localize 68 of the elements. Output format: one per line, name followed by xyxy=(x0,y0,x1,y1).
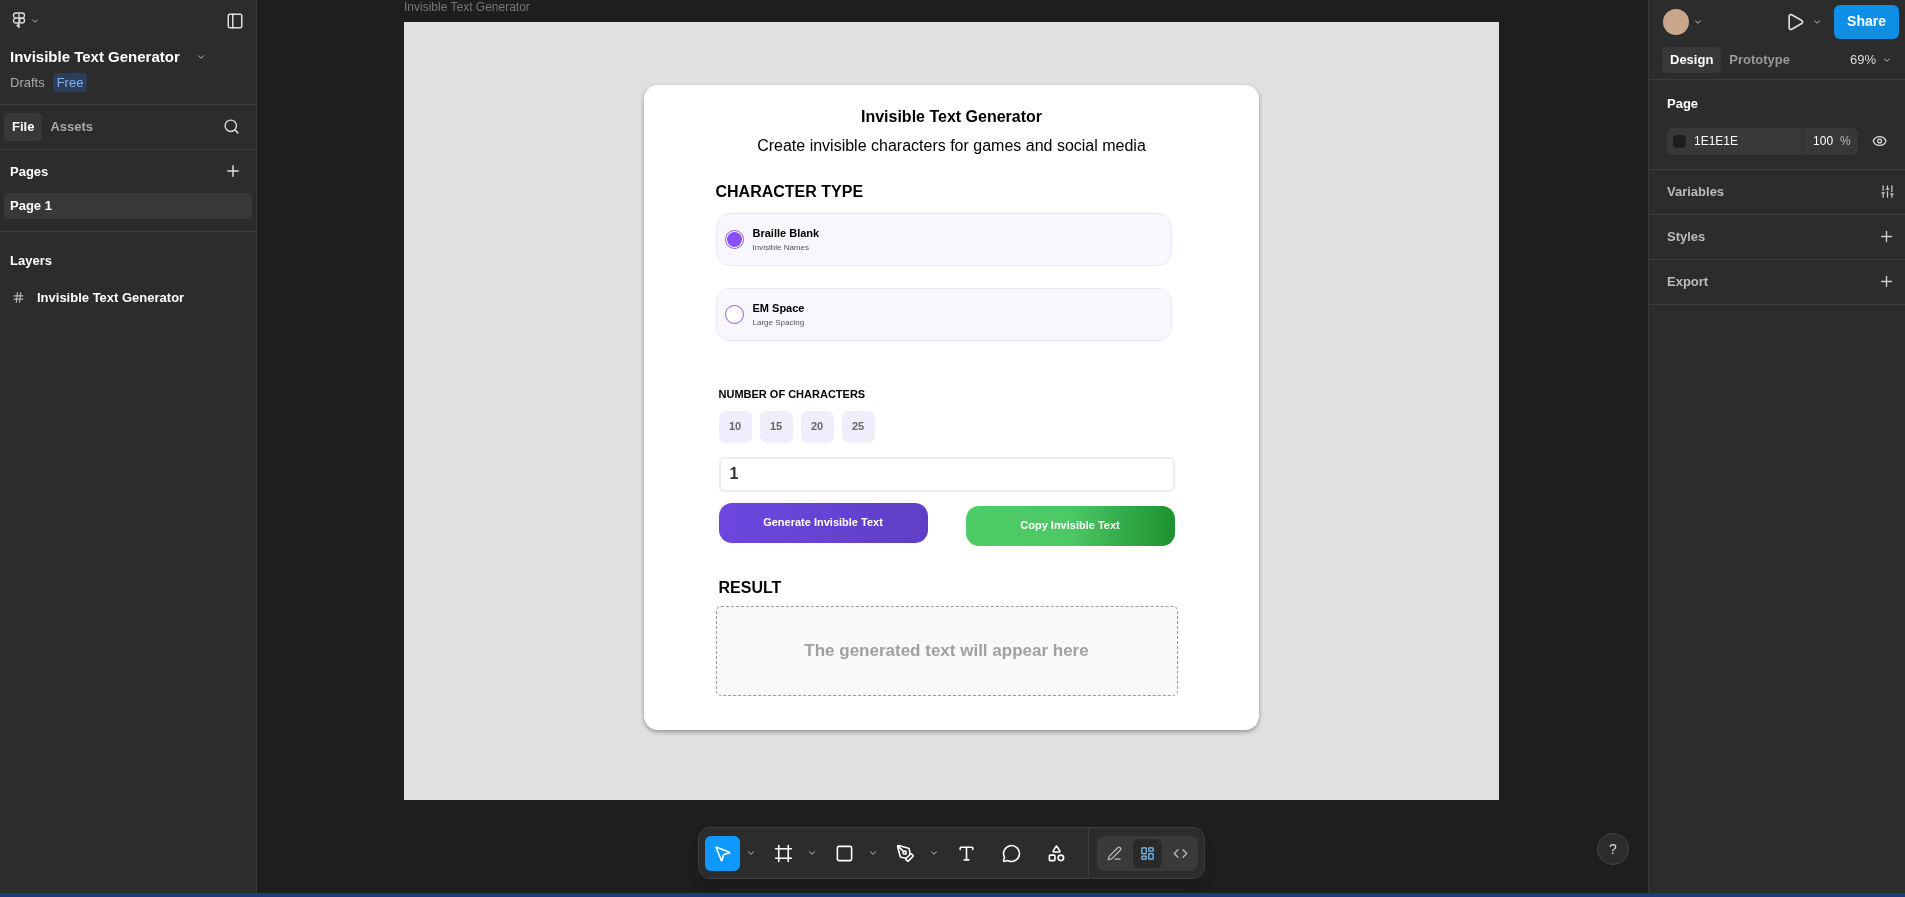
color-field[interactable]: 1E1E1E 100 % xyxy=(1667,127,1858,155)
preset-button[interactable]: 20 xyxy=(800,410,834,443)
layout-icon xyxy=(1140,845,1155,861)
sliders-icon[interactable] xyxy=(1880,184,1895,199)
plan-badge: Free xyxy=(52,72,88,92)
panel-tab[interactable]: Prototype xyxy=(1721,46,1798,73)
chevron-icon[interactable] xyxy=(929,848,939,858)
section-title[interactable]: Variables xyxy=(1667,181,1725,202)
section-heading: NUMBER OF CHARACTERS xyxy=(718,387,867,402)
square-icon xyxy=(835,843,854,863)
comment-icon xyxy=(1002,843,1021,863)
add-icon[interactable] xyxy=(1878,228,1895,245)
chevron-icon[interactable] xyxy=(807,848,817,858)
preset-button[interactable]: 25 xyxy=(841,410,875,443)
section-title[interactable]: Styles xyxy=(1667,226,1706,247)
sidebar-toggle-icon[interactable] xyxy=(226,12,244,30)
option-description: Invisible Names xyxy=(752,241,810,254)
sidebar-tab[interactable]: Assets xyxy=(42,113,102,141)
section-title: Page xyxy=(1667,95,1700,113)
opacity-value[interactable]: 100 xyxy=(1813,132,1834,150)
frame-icon xyxy=(774,843,793,863)
chevron-icon[interactable] xyxy=(868,848,878,858)
result-text: The generated text will appear here xyxy=(804,639,1089,662)
app-subtitle: Create invisible characters for games and social media xyxy=(757,136,1146,156)
play-icon[interactable] xyxy=(1785,11,1806,32)
layer-item[interactable]: Invisible Text Generator xyxy=(37,288,185,308)
radio-button[interactable] xyxy=(724,305,744,324)
number-input[interactable]: 1 xyxy=(718,456,1175,492)
sidebar-tab[interactable]: File xyxy=(4,113,43,141)
location-label: Drafts xyxy=(10,73,45,92)
radio-button[interactable] xyxy=(724,230,744,249)
section-heading: CHARACTER TYPE xyxy=(715,182,865,202)
help-button[interactable]: ? xyxy=(1597,833,1629,865)
chevron-icon[interactable] xyxy=(30,16,40,26)
action-button[interactable]: Generate Invisible Text xyxy=(718,502,928,543)
option-name: Braille Blank xyxy=(752,226,820,242)
eye-icon[interactable] xyxy=(1871,133,1887,149)
section-title[interactable]: Export xyxy=(1667,271,1709,292)
section-heading: RESULT xyxy=(718,577,783,598)
app-title: Invisible Text Generator xyxy=(860,107,1043,127)
shapes-icon xyxy=(1047,843,1066,863)
preset-button[interactable]: 15 xyxy=(759,410,793,443)
frame-label[interactable]: Invisible Text Generator xyxy=(404,0,1648,22)
section-title: Pages xyxy=(10,162,49,181)
mode-button[interactable] xyxy=(1133,838,1162,868)
tool-button[interactable] xyxy=(705,835,740,871)
panel-tab[interactable]: Design xyxy=(1662,46,1722,73)
search-icon[interactable] xyxy=(223,118,240,136)
page-item[interactable]: Page 1 xyxy=(4,193,252,219)
radio-option[interactable]: Braille Blank Invisible Names xyxy=(715,213,1172,266)
chevron-icon[interactable] xyxy=(746,848,756,858)
color-swatch[interactable] xyxy=(1673,134,1686,148)
option-name: EM Space xyxy=(752,301,805,317)
preset-button[interactable]: 10 xyxy=(718,410,752,443)
option-description: Large Spacing xyxy=(752,316,805,329)
percent-sign: % xyxy=(1840,133,1851,150)
frame-icon xyxy=(12,291,25,305)
logo-icon[interactable] xyxy=(12,12,26,30)
color-value[interactable]: 1E1E1E xyxy=(1694,132,1804,150)
pointer-icon xyxy=(713,843,732,863)
pen-icon xyxy=(896,843,915,863)
radio-option[interactable]: EM Space Large Spacing xyxy=(715,288,1172,341)
add-icon[interactable] xyxy=(1878,273,1895,290)
text-icon xyxy=(957,843,976,863)
avatar[interactable] xyxy=(1663,8,1689,35)
section-title: Layers xyxy=(10,253,52,268)
zoom-level[interactable]: 69% xyxy=(1849,49,1876,70)
file-title: Invisible Text Generator xyxy=(10,47,180,67)
